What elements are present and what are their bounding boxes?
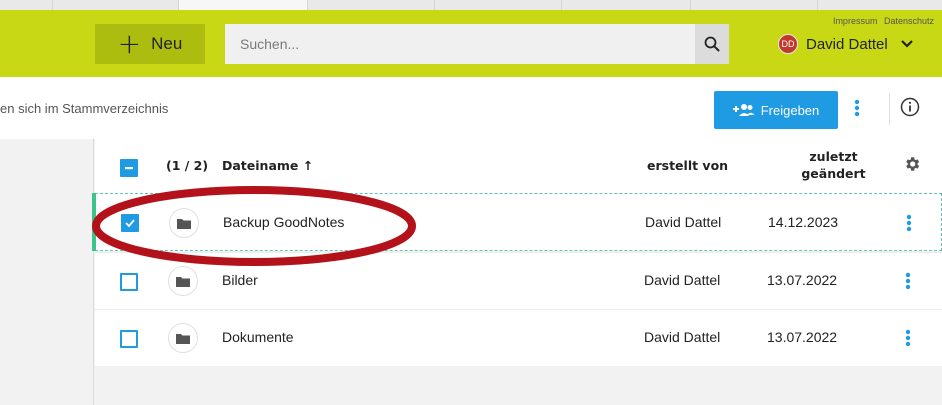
row-checkbox[interactable] xyxy=(120,330,138,348)
left-panel xyxy=(0,139,94,405)
search-icon xyxy=(704,36,720,52)
tab-slot[interactable] xyxy=(435,0,562,10)
file-modified: 13.07.2022 xyxy=(767,272,838,288)
tab-slot[interactable] xyxy=(53,0,179,10)
more-options-icon[interactable] xyxy=(854,99,860,117)
file-modified: 13.07.2022 xyxy=(767,329,838,345)
table-header: (1 / 2) Dateiname ↑ erstellt von zuletzt… xyxy=(95,139,942,193)
selection-indicator xyxy=(92,193,96,251)
row-checkbox[interactable] xyxy=(121,214,139,232)
share-button[interactable]: Freigeben xyxy=(714,91,838,129)
file-name[interactable]: Bilder xyxy=(222,272,258,288)
file-created-by: David Dattel xyxy=(644,329,721,345)
share-button-label: Freigeben xyxy=(760,102,820,118)
user-menu[interactable]: DD David Dattel xyxy=(778,34,914,54)
tab-slot-active[interactable] xyxy=(179,0,308,10)
top-bar: + Neu Impressum Datenschutz DD David Dat… xyxy=(0,10,942,77)
browser-tab-strip xyxy=(0,0,942,10)
file-created-by: David Dattel xyxy=(645,214,722,230)
toolbar-divider xyxy=(889,93,890,125)
search-button[interactable] xyxy=(695,24,729,64)
plus-icon: + xyxy=(117,27,142,60)
file-name[interactable]: Dokumente xyxy=(222,329,294,345)
column-header-modified-line1[interactable]: zuletzt xyxy=(801,149,866,164)
column-header-modified-line2[interactable]: geändert xyxy=(801,166,866,181)
file-list: (1 / 2) Dateiname ↑ erstellt von zuletzt… xyxy=(92,139,942,405)
tab-slot[interactable] xyxy=(562,0,691,10)
table-row[interactable]: Dokumente David Dattel 13.07.2022 xyxy=(95,309,942,366)
info-icon[interactable] xyxy=(900,97,920,117)
column-header-name[interactable]: Dateiname ↑ xyxy=(222,158,313,173)
file-modified: 14.12.2023 xyxy=(768,214,839,230)
minus-icon xyxy=(125,167,133,170)
new-button[interactable]: + Neu xyxy=(95,24,205,64)
folder-icon xyxy=(168,266,198,296)
action-toolbar: en sich im Stammverzeichnis Freigeben xyxy=(0,77,942,140)
settings-gear-icon[interactable] xyxy=(903,155,921,173)
new-button-label: Neu xyxy=(151,34,183,53)
breadcrumb: en sich im Stammverzeichnis xyxy=(0,101,169,116)
tab-slot[interactable] xyxy=(691,0,818,10)
checkmark-icon xyxy=(125,219,135,228)
add-users-icon xyxy=(732,104,755,116)
tab-slot[interactable] xyxy=(308,0,435,10)
folder-icon xyxy=(168,323,198,353)
folder-icon xyxy=(169,208,199,238)
column-header-created-by[interactable]: erstellt von xyxy=(647,158,728,173)
table-row[interactable]: Backup GoodNotes David Dattel 14.12.2023 xyxy=(95,193,942,251)
search-input[interactable] xyxy=(225,24,685,64)
row-checkbox[interactable] xyxy=(120,273,138,291)
tab-slot[interactable] xyxy=(0,0,53,10)
legal-links: Impressum Datenschutz xyxy=(829,16,934,26)
row-more-icon[interactable] xyxy=(906,214,912,232)
search-bar xyxy=(225,24,729,64)
file-created-by: David Dattel xyxy=(644,272,721,288)
selection-count: (1 / 2) xyxy=(166,158,209,173)
avatar: DD xyxy=(778,34,798,54)
row-more-icon[interactable] xyxy=(905,272,911,290)
datenschutz-link[interactable]: Datenschutz xyxy=(884,16,934,26)
user-name: David Dattel xyxy=(806,35,888,53)
file-name[interactable]: Backup GoodNotes xyxy=(223,214,344,230)
select-all-checkbox[interactable] xyxy=(120,159,138,177)
impressum-link[interactable]: Impressum xyxy=(833,16,878,26)
row-more-icon[interactable] xyxy=(905,329,911,347)
chevron-down-icon xyxy=(900,40,913,48)
table-row[interactable]: Bilder David Dattel 13.07.2022 xyxy=(95,252,942,309)
